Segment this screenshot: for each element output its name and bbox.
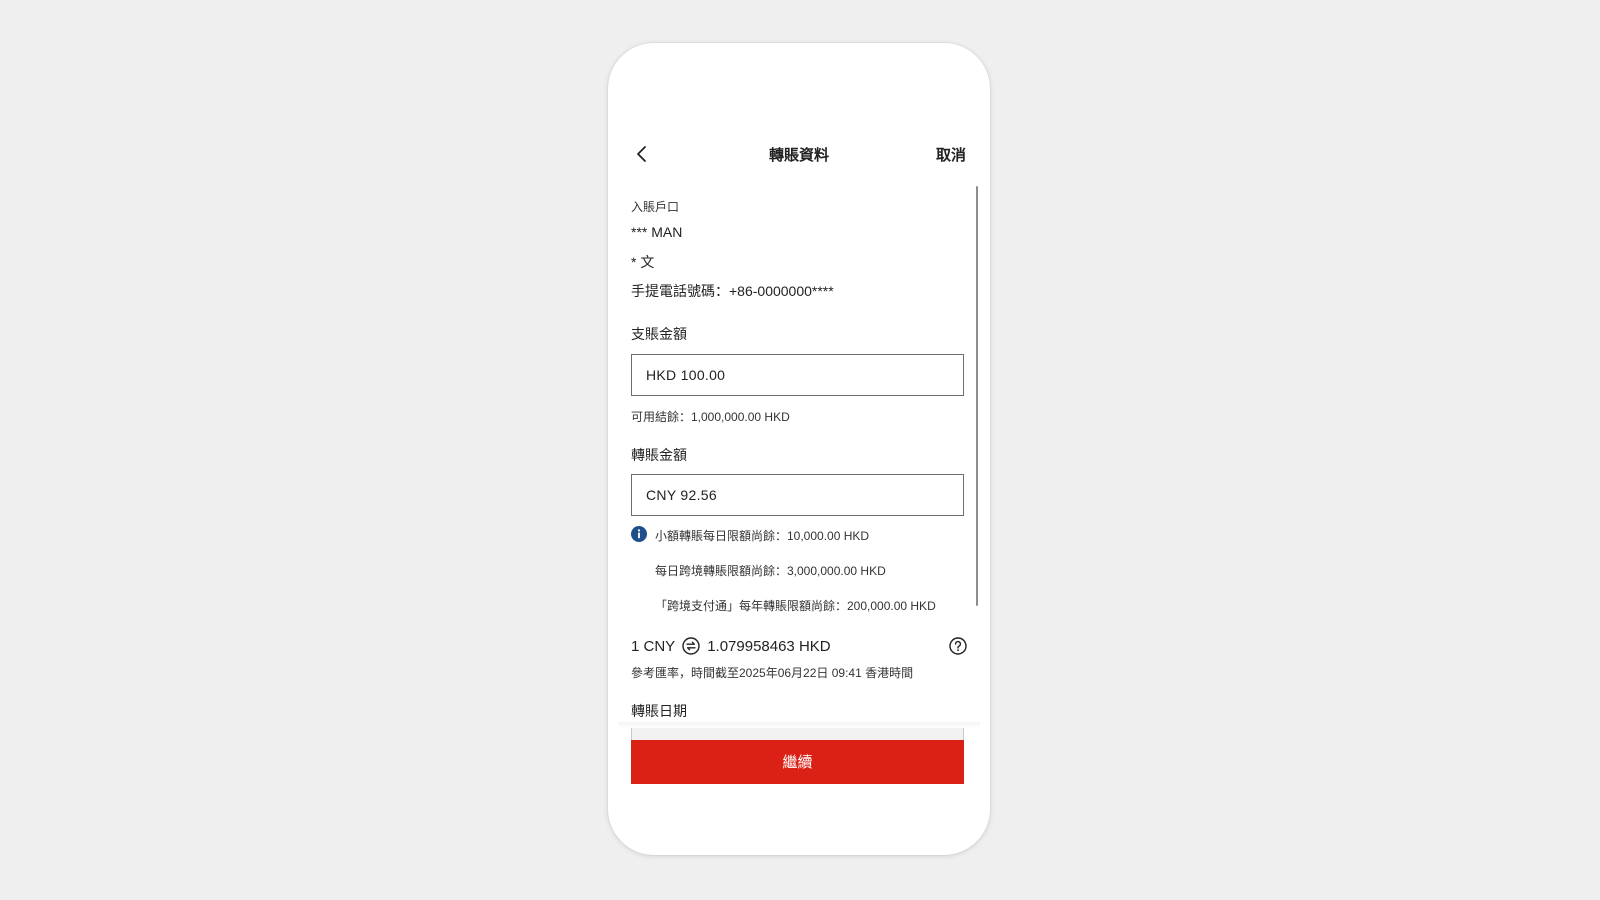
payee-name-en: *** MAN — [631, 224, 683, 240]
top-bar: 轉賬資料 取消 — [608, 138, 990, 170]
rate-note: 參考匯率，時間截至2025年06月22日 09:41 香港時間 — [631, 666, 914, 680]
cross-border-daily-limit: 每日跨境轉賬限額尚餘：3,000,000.00 HKD — [655, 564, 886, 578]
question-circle-icon[interactable] — [949, 637, 967, 655]
exchange-rate: 1 CNY 1.079958463 HKD — [631, 637, 831, 655]
debit-amount-input[interactable]: HKD 100.00 — [631, 354, 964, 396]
available-balance: 可用結餘：1,000,000.00 HKD — [631, 410, 790, 424]
debit-amount-label: 支賬金額 — [631, 326, 687, 342]
transfer-amount-label: 轉賬金額 — [631, 447, 687, 463]
transfer-date-label: 轉賬日期 — [631, 703, 687, 719]
payee-name-zh: * 文 — [631, 254, 655, 270]
exchange-icon — [682, 637, 700, 655]
continue-button[interactable]: 繼續 — [631, 740, 964, 784]
page-title: 轉賬資料 — [768, 147, 829, 164]
footer-divider — [618, 722, 980, 728]
payee-phone: 手提電話號碼：+86-0000000**** — [631, 283, 834, 299]
payconnect-annual-limit: 「跨境支付通」每年轉賬限額尚餘：200,000.00 HKD — [655, 599, 936, 613]
rate-from: 1 CNY — [631, 637, 676, 655]
small-daily-limit: 小額轉賬每日限額尚餘：10,000.00 HKD — [655, 529, 870, 543]
scrollbar[interactable] — [976, 186, 978, 606]
transfer-amount-input[interactable]: CNY 92.56 — [631, 474, 964, 516]
phone-frame: 轉賬資料 取消 入賬戶口 *** MAN * 文 手提電話號碼：+86-0000… — [608, 43, 990, 855]
cancel-button[interactable]: 取消 — [936, 144, 966, 165]
rate-to: 1.079958463 HKD — [707, 637, 831, 655]
info-icon — [631, 526, 647, 542]
payee-section-label: 入賬戶口 — [631, 200, 680, 214]
